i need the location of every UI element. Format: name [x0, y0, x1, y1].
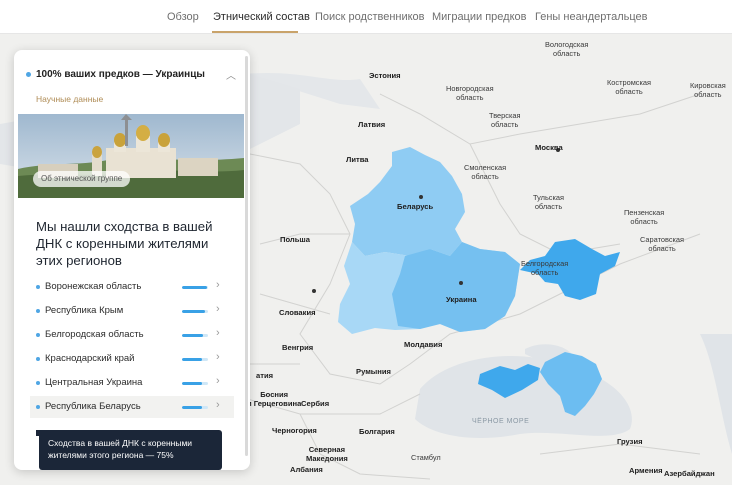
chevron-right-icon[interactable]: ›	[216, 399, 220, 411]
region-name: Краснодарский край	[45, 353, 135, 364]
similarity-bar-fill	[182, 358, 203, 361]
similarity-bar-fill	[182, 382, 203, 385]
region-dot	[36, 333, 40, 337]
similarity-bar-fill	[182, 286, 207, 289]
label-tver: Тверская область	[489, 111, 521, 130]
similarity-bar	[182, 286, 208, 289]
region-item[interactable]: Краснодарский край ›	[30, 348, 234, 370]
label-romania: Румыния	[356, 367, 391, 376]
similarity-bar	[182, 358, 208, 361]
chevron-up-icon[interactable]: ︿	[226, 67, 236, 82]
similarity-headline: Мы нашли сходства в вашей ДНК с коренным…	[36, 219, 213, 268]
region-central-ukraine[interactable]	[392, 242, 520, 332]
similarity-bar	[182, 334, 208, 337]
similarity-bar-fill	[182, 334, 203, 337]
label-montenegro: Черногория	[272, 426, 317, 435]
region-item[interactable]: Центральная Украина ›	[30, 372, 234, 394]
label-ukraine: Украина	[446, 295, 477, 304]
active-tab-indicator	[212, 31, 298, 33]
label-moldova: Молдавия	[404, 340, 443, 349]
label-kostroma: Костромская область	[607, 78, 652, 97]
tab-ethnic-composition[interactable]: Этнический состав	[213, 11, 310, 23]
label-bulgaria: Болгария	[359, 427, 395, 436]
label-vologda: Вологодская область	[545, 40, 589, 59]
similarity-bar	[182, 382, 208, 385]
region-name: Воронежская область	[45, 281, 142, 292]
about-ethnic-group-button[interactable]: Об этнической группе	[33, 171, 131, 187]
label-albania: Албания	[290, 465, 323, 474]
region-name: Белгородская область	[45, 329, 144, 340]
chevron-right-icon[interactable]: ›	[216, 327, 220, 339]
label-moscow: Москва	[535, 143, 563, 152]
similarity-bar	[182, 310, 208, 313]
chevron-right-icon[interactable]: ›	[216, 279, 220, 291]
region-dot	[36, 381, 40, 385]
city-dot-warsaw	[312, 289, 316, 293]
tab-ancestor-migrations[interactable]: Миграции предков	[432, 11, 526, 23]
region-dot	[36, 309, 40, 313]
label-poland: Польша	[280, 235, 310, 244]
label-smolensk: Смоленская область	[464, 163, 507, 182]
label-hungary: Венгрия	[282, 343, 314, 352]
region-item[interactable]: Белгородская область ›	[30, 324, 234, 346]
label-kirov: Кировская область	[690, 81, 726, 100]
city-dot-minsk	[419, 195, 423, 199]
region-item[interactable]: Воронежская область ›	[30, 276, 234, 298]
label-istanbul: Стамбул	[411, 453, 441, 462]
city-dot-kyiv	[459, 281, 463, 285]
ethnic-group-photo: Об этнической группе	[18, 114, 244, 198]
science-data-link[interactable]: Научные данные	[36, 94, 103, 104]
similarity-tooltip: Сходства в вашей ДНК с коренными жителям…	[39, 430, 222, 470]
label-bosnia: Босния и Герцеговина	[247, 390, 302, 409]
label-macedonia: Северная Македония	[306, 445, 348, 464]
region-name: Республика Беларусь	[45, 401, 141, 412]
panel-scrollbar[interactable]	[245, 56, 248, 456]
region-dot	[36, 405, 40, 409]
ancestry-panel: 100% ваших предков — Украинцы ︿ Научные …	[14, 50, 250, 470]
label-saratov: Саратовская область	[640, 235, 685, 254]
chevron-right-icon[interactable]: ›	[216, 375, 220, 387]
chevron-right-icon[interactable]: ›	[216, 303, 220, 315]
label-croatia: атия	[256, 371, 274, 380]
similarity-bar-fill	[182, 406, 202, 409]
label-tula: Тульская область	[533, 193, 564, 212]
region-dot	[36, 285, 40, 289]
similarity-bar-fill	[182, 310, 206, 313]
label-serbia: Сербия	[301, 399, 330, 408]
label-latvia: Латвия	[358, 120, 386, 129]
tab-overview[interactable]: Обзор	[167, 11, 199, 23]
label-belarus: Беларусь	[397, 202, 434, 211]
label-georgia: Грузия	[617, 437, 643, 446]
ancestry-color-dot	[26, 72, 31, 77]
label-slovakia: Словакия	[279, 308, 316, 317]
tab-relatives-search[interactable]: Поиск родственников	[315, 11, 425, 23]
ancestry-title[interactable]: 100% ваших предков — Украинцы	[36, 69, 205, 80]
label-penza: Пензенская область	[624, 208, 665, 227]
label-belgorod: Белгородская область	[521, 259, 569, 278]
chevron-right-icon[interactable]: ›	[216, 351, 220, 363]
label-estonia: Эстония	[369, 71, 401, 80]
label-black-sea: ЧЁРНОЕ МОРЕ	[472, 418, 530, 425]
region-name: Центральная Украина	[45, 377, 143, 388]
similarity-bar	[182, 406, 208, 409]
region-dot	[36, 357, 40, 361]
label-lithuania: Литва	[346, 155, 369, 164]
region-item[interactable]: Республика Крым ›	[30, 300, 234, 322]
region-item[interactable]: Республика Беларусь ›	[30, 396, 234, 418]
tab-neanderthal-genes[interactable]: Гены неандертальцев	[535, 11, 648, 23]
top-navigation: Обзор Этнический состав Поиск родственни…	[0, 0, 732, 34]
label-armenia: Армения	[629, 466, 663, 475]
region-name: Республика Крым	[45, 305, 124, 316]
label-azerbaijan: Азербайджан	[664, 469, 715, 478]
label-novgorod: Новгородская область	[446, 84, 494, 103]
